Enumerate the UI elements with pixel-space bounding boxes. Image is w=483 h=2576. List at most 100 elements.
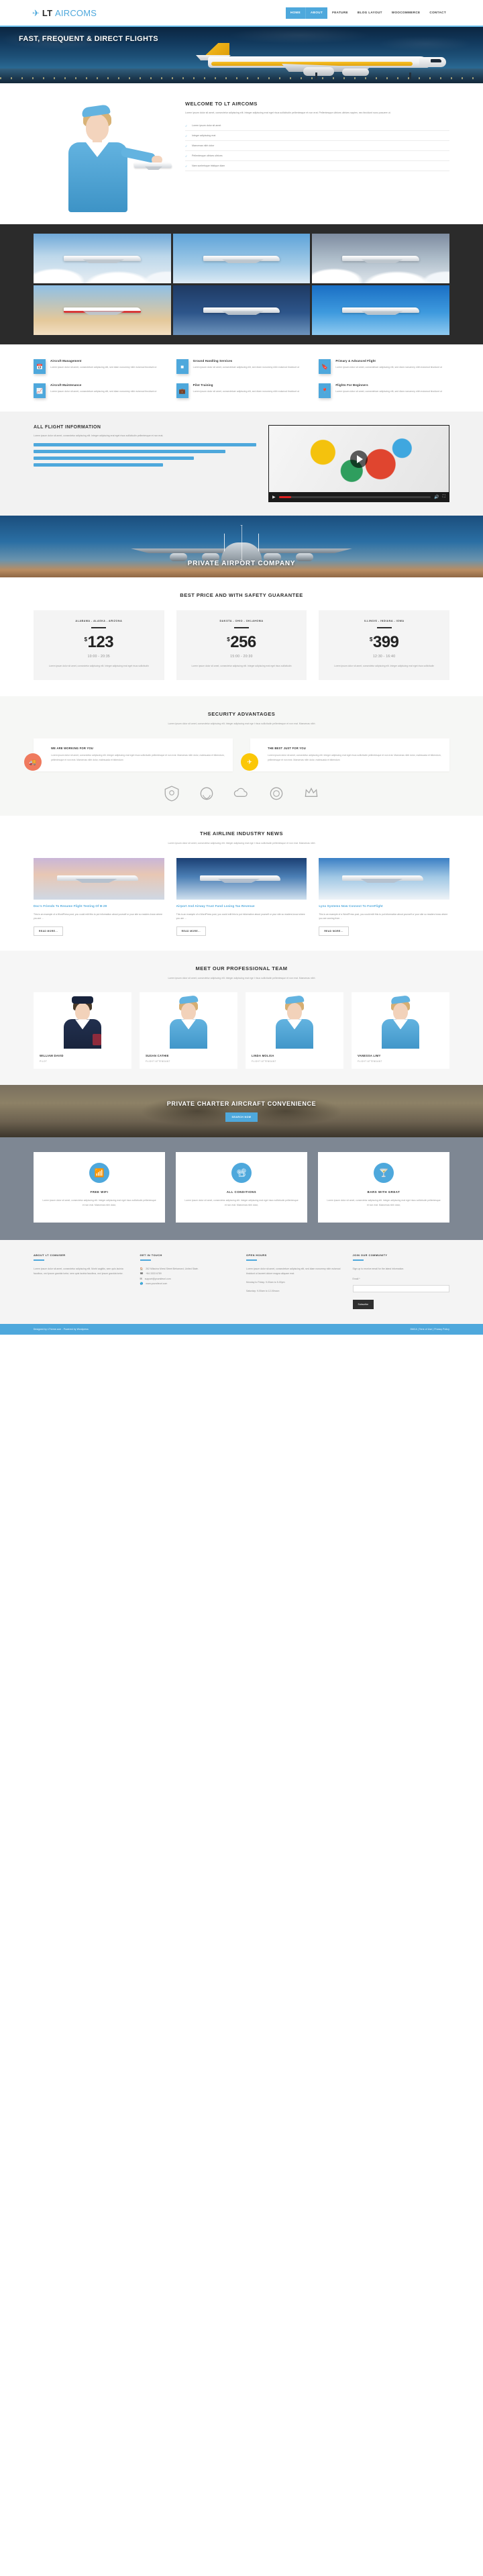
- volume-icon[interactable]: 🔊: [434, 495, 439, 499]
- amenity-card-free-wifi[interactable]: 📶 FREE WIFI Lorem ipsum dolor sit amet, …: [34, 1152, 165, 1223]
- subscribe-button[interactable]: Subscribe: [352, 1299, 374, 1309]
- divider: [91, 627, 107, 628]
- nav-item-about[interactable]: ABOUT: [305, 7, 328, 19]
- team-member-card[interactable]: VANESSA LIMY FLIGHT ATTENDANT: [352, 992, 449, 1069]
- team-member-card[interactable]: WILLIAM DAVID PILOT: [34, 992, 131, 1069]
- news-title: THE AIRLINE INDUSTRY NEWS: [200, 830, 283, 837]
- play-button[interactable]: [350, 450, 368, 468]
- bookmark-icon: 🔖: [319, 359, 331, 374]
- pricing-title: BEST PRICE AND WITH SAFETY GUARANTEE: [180, 592, 303, 598]
- currency-symbol: $: [369, 636, 372, 642]
- news-section: THE AIRLINE INDUSTRY NEWS Lorem ipsum do…: [0, 816, 483, 951]
- news-subtitle: Lorem ipsum dolor sit amet, consectetur …: [168, 842, 315, 845]
- news-card[interactable]: Doc's Friends To Resume Flight Testing O…: [34, 858, 164, 936]
- list-item: Nam scelerisque tristique diam: [185, 161, 449, 171]
- gallery-item[interactable]: [172, 234, 311, 283]
- read-more-button[interactable]: READ MORE...: [319, 926, 349, 936]
- gallery-item[interactable]: [312, 234, 449, 283]
- nav-item-home[interactable]: HOME: [285, 7, 306, 19]
- gallery-item[interactable]: [172, 285, 311, 335]
- news-thumbnail[interactable]: [176, 858, 307, 900]
- footer-phone[interactable]: ☎ +84 3333 6789: [140, 1272, 237, 1277]
- team-member-card[interactable]: LINDA MOLISA FLIGHT ATTENDANT: [246, 992, 343, 1069]
- footer-website[interactable]: 🌎 www.yoursiteurl.com: [140, 1282, 237, 1287]
- service-title: Aircraft Management: [50, 359, 82, 363]
- play-icon[interactable]: ▶: [272, 495, 276, 499]
- price-amount: $123: [42, 634, 156, 651]
- news-thumbnail[interactable]: [34, 858, 164, 900]
- price-route: ALABAMA - ALASKA - ARIZONA: [75, 620, 123, 622]
- divider: [34, 1259, 44, 1261]
- services-section: 📅 Aircraft Management Lorem ipsum dolor …: [0, 344, 483, 412]
- service-card-flights-for-beginners[interactable]: 📍 Flights For Beginners Lorem ipsum dolo…: [319, 383, 449, 398]
- service-card-pilot-training[interactable]: 💼 Pilot Training Lorem ipsum dolor sit a…: [176, 383, 307, 398]
- price-route: ILLINOIS - INDIANA - IOWA: [364, 620, 405, 622]
- search-now-button[interactable]: SEARCH NOW: [225, 1112, 258, 1123]
- circle-badge-icon: [268, 785, 285, 802]
- advantage-text: Lorem ipsum dolor sit amet, consectetur …: [268, 754, 441, 761]
- amenity-card-all-conditions[interactable]: 📽 ALL CONDITIONS Lorem ipsum dolor sit a…: [176, 1152, 307, 1223]
- news-post-title[interactable]: Doc's Friends To Resume Flight Testing O…: [34, 904, 164, 909]
- copyright-right[interactable]: DMCA | Term of Use | Privacy Policy: [411, 1328, 449, 1331]
- price-card[interactable]: ILLINOIS - INDIANA - IOWA $399 12:30 - 1…: [319, 610, 449, 681]
- team-subtitle: Lorem ipsum dolor sit amet, consectetur …: [168, 976, 315, 980]
- team-member-card[interactable]: SUSAN CATHIE FLIGHT ATTENDANT: [140, 992, 237, 1069]
- amenity-card-bars-with-great[interactable]: 🍸 BARS WITH GREAT Lorem ipsum dolor sit …: [318, 1152, 449, 1223]
- service-title: Pilot Training: [193, 383, 213, 387]
- email-field[interactable]: [352, 1284, 449, 1292]
- nav-item-contact[interactable]: CONTACT: [425, 8, 451, 18]
- gallery-item[interactable]: [34, 234, 171, 283]
- news-thumbnail[interactable]: [319, 858, 449, 900]
- price-value: 399: [372, 633, 399, 651]
- service-card-aircraft-maintenance[interactable]: 📈 Aircraft Maintenance Lorem ipsum dolor…: [34, 383, 164, 398]
- price-value: 256: [230, 633, 256, 651]
- news-card[interactable]: Lynx Systems Now Connect To ForeFlight T…: [319, 858, 449, 936]
- email-text[interactable]: support@yoursiteurl.com: [145, 1277, 171, 1282]
- advantage-card-working-for-you[interactable]: 🚚 WE ARE WORKING FOR YOU Lorem ipsum dol…: [24, 738, 233, 772]
- video-controls[interactable]: ▶ 🔊 ⛶: [269, 492, 449, 502]
- phone-text[interactable]: +84 3333 6789: [146, 1272, 161, 1276]
- footer-hours-saturday: Saturday: 9-00am to 12-00noon: [246, 1289, 280, 1292]
- news-post-title[interactable]: Airport And Airway Trust Fund Losing Tax…: [176, 904, 307, 909]
- team-member-name: VANESSA LIMY: [358, 1054, 381, 1058]
- nav-item-feature[interactable]: FEATURE: [327, 8, 353, 18]
- read-more-button[interactable]: READ MORE...: [176, 926, 207, 936]
- read-more-button[interactable]: READ MORE...: [34, 926, 64, 936]
- fullscreen-icon[interactable]: ⛶: [443, 495, 445, 499]
- footer-email[interactable]: ✉ support@yoursiteurl.com: [140, 1277, 237, 1282]
- welcome-title: WELCOME TO LT AIRCOMS: [185, 101, 258, 107]
- video-progress-bar[interactable]: [278, 495, 431, 498]
- website-text[interactable]: www.yoursiteurl.com: [146, 1282, 167, 1286]
- amenity-title: BARS WITH GREAT: [367, 1190, 400, 1194]
- welcome-check-list: Lorem ipsum dolor sit amet Integer adipi…: [185, 121, 449, 171]
- progress-bar: [34, 443, 256, 447]
- nav-item-blog-layout[interactable]: BLOG LAYOUT: [353, 8, 387, 18]
- main-navigation[interactable]: HOME ABOUT FEATURE BLOG LAYOUT WOOCOMMER…: [285, 0, 451, 26]
- service-title: Primary & Advanced Flight: [335, 359, 376, 363]
- price-card[interactable]: ALABAMA - ALASKA - ARIZONA $123 10:00 - …: [34, 610, 164, 681]
- copyright-left: Designed by LTheme.com - Powered by Word…: [34, 1327, 89, 1331]
- currency-symbol: $: [227, 636, 230, 642]
- phone-icon: ☎: [140, 1272, 144, 1276]
- list-item: Integer adipiscing erat: [185, 131, 449, 141]
- parallax-title: PRIVATE AIRPORT COMPANY: [187, 560, 296, 567]
- price-card[interactable]: DAKOTA - OHIO - OKLAHOMA $256 15:00 - 20…: [176, 610, 307, 681]
- pricing-section: BEST PRICE AND WITH SAFETY GUARANTEE ALA…: [0, 577, 483, 697]
- service-card-primary-advanced-flight[interactable]: 🔖 Primary & Advanced Flight Lorem ipsum …: [319, 359, 449, 374]
- service-card-aircraft-management[interactable]: 📅 Aircraft Management Lorem ipsum dolor …: [34, 359, 164, 374]
- advantage-card-best-just-for-you[interactable]: ✈ THE BEST JUST FOR YOU Lorem ipsum dolo…: [241, 738, 449, 772]
- news-post-title[interactable]: Lynx Systems Now Connect To ForeFlight: [319, 904, 449, 909]
- nav-item-woocommerce[interactable]: WOOCOMMERCE: [387, 8, 425, 18]
- video-player[interactable]: ▶ 🔊 ⛶: [268, 425, 449, 502]
- service-text: Lorem ipsum dolor sit amet, consectetuer…: [50, 390, 157, 393]
- service-card-ground-handling[interactable]: ■ Ground Handling Services Lorem ipsum d…: [176, 359, 307, 374]
- news-card[interactable]: Airport And Airway Trust Fund Losing Tax…: [176, 858, 307, 936]
- gallery-item[interactable]: [312, 285, 449, 335]
- gallery-item[interactable]: [34, 285, 171, 335]
- amenity-title: FREE WIFI: [90, 1190, 109, 1194]
- team-title: MEET OUR PROFESSIONAL TEAM: [195, 965, 288, 971]
- footer-column-hours: OPEN HOURS Lorem ipsum dolor sit amet, c…: [246, 1253, 343, 1309]
- progress-bar: [34, 450, 225, 454]
- site-logo[interactable]: ✈ LT AIRCOMS: [32, 8, 97, 18]
- price-description: Lorem ipsum dolor sit amet, consectetur …: [48, 665, 149, 667]
